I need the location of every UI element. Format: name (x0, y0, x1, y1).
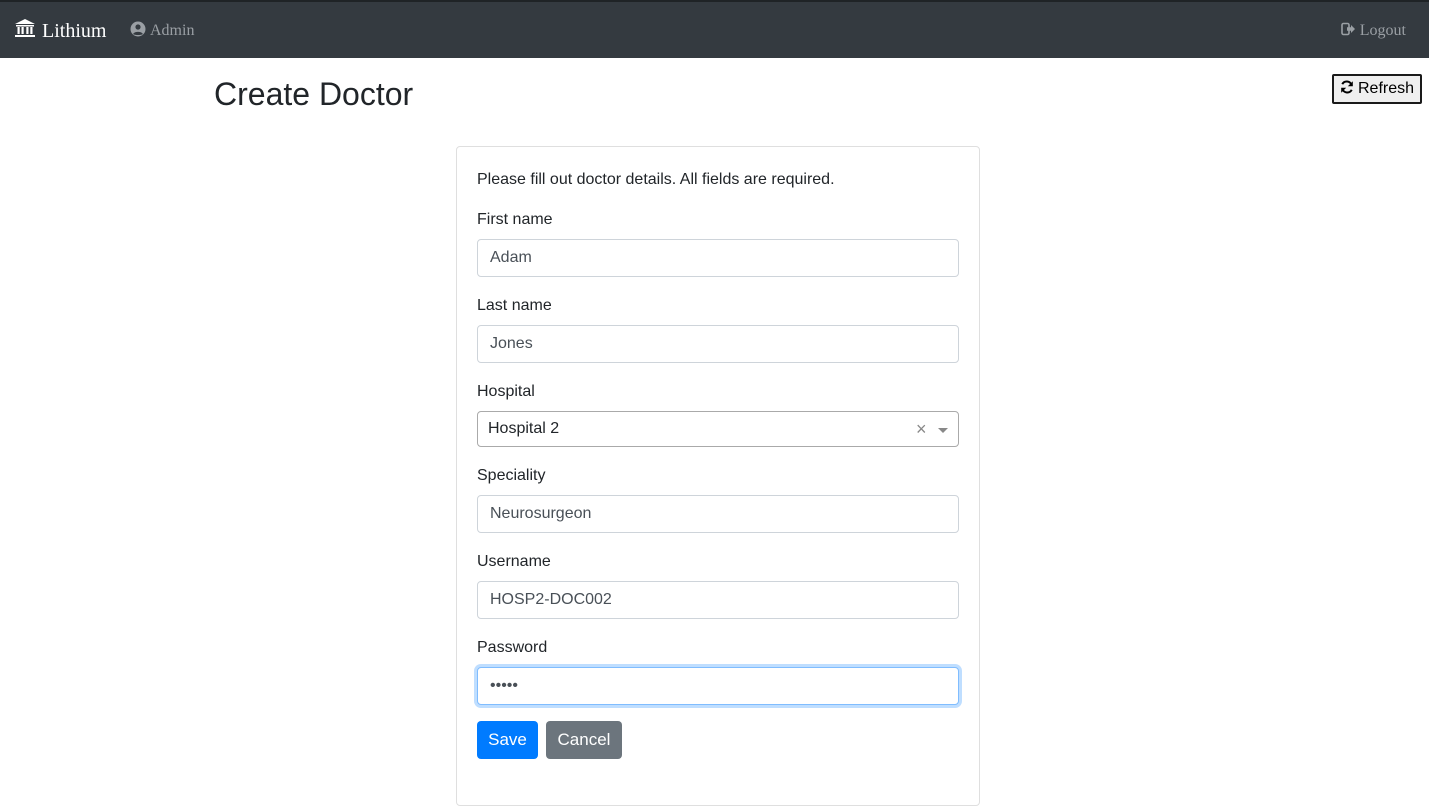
save-button[interactable]: Save (477, 721, 538, 759)
first-name-label: First name (477, 211, 553, 228)
last-name-label: Last name (477, 297, 552, 314)
logout-link[interactable]: Logout (1340, 20, 1406, 42)
chevron-down-icon[interactable] (938, 428, 948, 433)
username-label: Username (477, 553, 551, 570)
password-label: Password (477, 639, 548, 656)
sign-out-icon (1340, 22, 1356, 41)
user-circle-icon (130, 21, 146, 42)
bank-icon (14, 18, 36, 44)
speciality-label: Speciality (477, 467, 546, 484)
refresh-icon (1340, 80, 1354, 99)
speciality-field[interactable] (477, 495, 959, 533)
form-intro: Please fill out doctor details. All fiel… (477, 171, 835, 188)
refresh-label: Refresh (1357, 80, 1415, 97)
cancel-button[interactable]: Cancel (546, 721, 622, 759)
hospital-select[interactable]: Hospital 2 × (477, 411, 959, 447)
username-field[interactable] (477, 581, 959, 619)
nav-user-label: Admin (150, 22, 195, 39)
top-navbar: Lithium Admin Logout (0, 0, 1429, 58)
hospital-selected-value: Hospital 2 (488, 420, 560, 437)
nav-user-admin[interactable]: Admin (130, 20, 194, 42)
first-name-field[interactable] (477, 239, 959, 277)
logout-label: Logout (1359, 22, 1406, 39)
page-title: Create Doctor (214, 76, 414, 112)
clear-selection-icon[interactable]: × (916, 418, 927, 440)
hospital-label: Hospital (477, 383, 535, 400)
brand-name: Lithium (42, 19, 107, 42)
password-field[interactable] (477, 667, 959, 705)
last-name-field[interactable] (477, 325, 959, 363)
brand-link[interactable]: Lithium (14, 18, 106, 44)
refresh-button[interactable]: Refresh (1332, 74, 1422, 104)
create-doctor-form: Please fill out doctor details. All fiel… (456, 146, 980, 806)
